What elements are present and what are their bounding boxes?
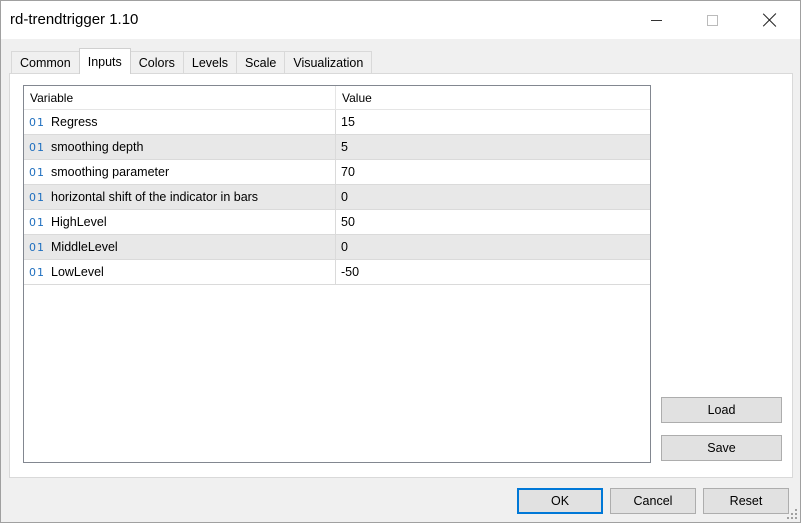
integer-type-icon: 01 <box>29 115 45 129</box>
variable-name: MiddleLevel <box>51 240 118 254</box>
table-row[interactable]: 01 Regress 15 <box>24 110 650 135</box>
tab-strip: Common Inputs Colors Levels Scale Visual… <box>11 48 373 74</box>
integer-type-icon: 01 <box>29 265 45 279</box>
tab-levels[interactable]: Levels <box>182 51 238 74</box>
value-cell[interactable]: 5 <box>336 135 650 159</box>
integer-type-icon: 01 <box>29 140 45 154</box>
integer-type-icon: 01 <box>29 215 45 229</box>
variable-name: smoothing parameter <box>51 165 170 179</box>
load-button[interactable]: Load <box>661 397 782 423</box>
integer-type-icon: 01 <box>29 190 45 204</box>
variable-name: HighLevel <box>51 215 107 229</box>
value-cell[interactable]: 15 <box>336 110 650 134</box>
dialog-window: rd-trendtrigger 1.10 Common Inputs Color… <box>0 0 801 523</box>
inputs-panel: Variable Value 01 Regress 15 01 smoothin… <box>9 73 793 478</box>
window-title: rd-trendtrigger 1.10 <box>10 11 139 28</box>
table-row[interactable]: 01 horizontal shift of the indicator in … <box>24 185 650 210</box>
integer-type-icon: 01 <box>29 165 45 179</box>
ok-button[interactable]: OK <box>517 488 603 514</box>
variable-name: LowLevel <box>51 265 104 279</box>
table-row[interactable]: 01 smoothing depth 5 <box>24 135 650 160</box>
inputs-grid: Variable Value 01 Regress 15 01 smoothin… <box>23 85 651 463</box>
close-button[interactable] <box>747 1 793 39</box>
maximize-icon <box>706 14 718 26</box>
column-header-variable[interactable]: Variable <box>24 86 336 110</box>
tab-visualization[interactable]: Visualization <box>284 51 373 74</box>
table-row[interactable]: 01 LowLevel -50 <box>24 260 650 285</box>
variable-cell: 01 MiddleLevel <box>24 235 336 259</box>
variable-cell: 01 Regress <box>24 110 336 134</box>
maximize-button[interactable] <box>689 1 735 39</box>
minimize-icon <box>650 19 662 21</box>
variable-name: smoothing depth <box>51 140 144 154</box>
table-row[interactable]: 01 smoothing parameter 70 <box>24 160 650 185</box>
reset-button[interactable]: Reset <box>703 488 789 514</box>
value-cell[interactable]: 50 <box>336 210 650 234</box>
variable-cell: 01 HighLevel <box>24 210 336 234</box>
tab-colors[interactable]: Colors <box>129 51 184 74</box>
tab-inputs[interactable]: Inputs <box>78 48 131 74</box>
tab-scale[interactable]: Scale <box>236 51 286 74</box>
resize-grip-icon[interactable] <box>787 509 797 519</box>
variable-cell: 01 smoothing depth <box>24 135 336 159</box>
title-bar: rd-trendtrigger 1.10 <box>1 1 800 39</box>
value-cell[interactable]: 0 <box>336 185 650 209</box>
integer-type-icon: 01 <box>29 240 45 254</box>
variable-cell: 01 horizontal shift of the indicator in … <box>24 185 336 209</box>
value-cell[interactable]: 70 <box>336 160 650 184</box>
variable-name: horizontal shift of the indicator in bar… <box>51 190 259 204</box>
tab-common[interactable]: Common <box>11 51 80 74</box>
save-button[interactable]: Save <box>661 435 782 461</box>
grid-header: Variable Value <box>24 86 650 110</box>
value-cell[interactable]: 0 <box>336 235 650 259</box>
minimize-button[interactable] <box>633 1 679 39</box>
variable-cell: 01 LowLevel <box>24 260 336 284</box>
table-row[interactable]: 01 HighLevel 50 <box>24 210 650 235</box>
variable-name: Regress <box>51 115 98 129</box>
close-icon <box>763 13 777 27</box>
cancel-button[interactable]: Cancel <box>610 488 696 514</box>
column-header-value[interactable]: Value <box>336 86 650 110</box>
variable-cell: 01 smoothing parameter <box>24 160 336 184</box>
table-row[interactable]: 01 MiddleLevel 0 <box>24 235 650 260</box>
value-cell[interactable]: -50 <box>336 260 650 284</box>
